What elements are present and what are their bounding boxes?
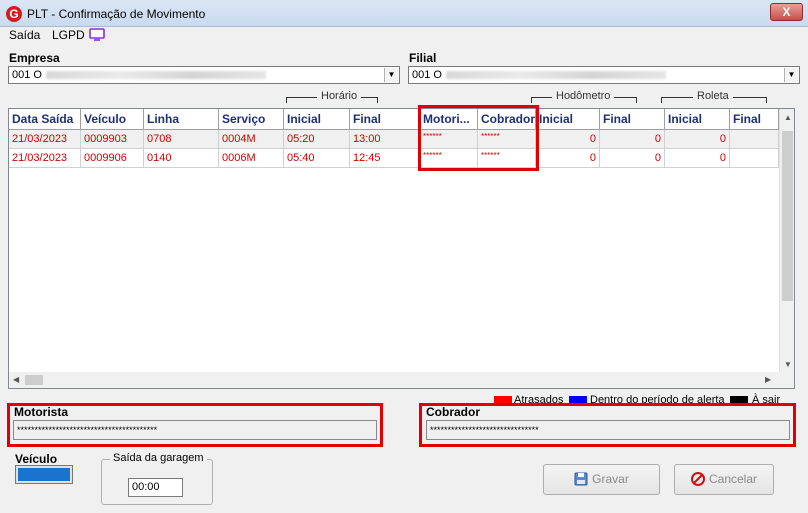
app-logo-icon: G [6, 6, 22, 22]
veiculo-color-indicator [15, 465, 73, 484]
menu-saida[interactable]: Saída [9, 28, 40, 42]
highlight-box [418, 105, 539, 171]
gravar-button[interactable]: Gravar [543, 464, 660, 495]
scrollbar-thumb[interactable] [25, 375, 43, 385]
cancelar-button[interactable]: Cancelar [674, 464, 774, 495]
horizontal-scrollbar[interactable]: ◀ ▶ [9, 372, 794, 388]
veiculo-color-fill [18, 468, 70, 481]
table-row[interactable]: 21/03/2023 0009906 0140 0006M 05:40 12:4… [9, 149, 779, 168]
saida-garagem-label: Saída da garagem [110, 452, 207, 464]
column-header[interactable]: Veículo [81, 109, 144, 130]
scrollbar-thumb[interactable] [782, 131, 793, 301]
group-header-hodometro: Hodômetro [552, 90, 615, 102]
table-cell: 0 [600, 149, 665, 168]
column-header[interactable]: Final [730, 109, 779, 130]
table-row[interactable]: 21/03/2023 0009903 0708 0004M 05:20 13:0… [9, 130, 779, 149]
cobrador-field[interactable]: ******************************* [426, 420, 790, 440]
table-cell: 12:45 [350, 149, 420, 168]
table-cell: 0 [536, 130, 600, 149]
column-header[interactable]: Inicial [665, 109, 730, 130]
empresa-value: 001 O [12, 69, 42, 81]
group-header-horario: Horário [317, 90, 362, 102]
table-cell: 0006M [219, 149, 284, 168]
cancel-icon [690, 472, 705, 486]
table-cell: 05:20 [284, 130, 350, 149]
column-header[interactable]: Final [350, 109, 420, 130]
filial-value: 001 O [412, 69, 442, 81]
table-cell: 0 [600, 130, 665, 149]
motorista-label: Motorista [14, 405, 68, 419]
scroll-left-icon[interactable]: ◀ [13, 375, 19, 384]
window-title: PLT - Confirmação de Movimento [27, 7, 206, 21]
column-header[interactable]: Linha [144, 109, 219, 130]
scroll-up-icon[interactable]: ▲ [784, 113, 792, 122]
table-cell: 0009906 [81, 149, 144, 168]
group-header-roleta: Roleta [693, 90, 733, 102]
redacted-text [445, 71, 666, 80]
table-cell: 21/03/2023 [9, 149, 81, 168]
vertical-scrollbar[interactable]: ▲ ▼ [779, 109, 794, 373]
veiculo-label: Veículo [15, 452, 58, 466]
gravar-label: Gravar [592, 472, 629, 486]
table-cell: 0708 [144, 130, 219, 149]
column-header[interactable]: Final [600, 109, 665, 130]
table-cell: 0 [536, 149, 600, 168]
chevron-down-icon[interactable]: ▼ [384, 68, 398, 82]
cancelar-label: Cancelar [708, 472, 758, 486]
table-cell: 0 [665, 130, 730, 149]
menu-bar: Saída LGPD [0, 27, 808, 45]
empresa-label: Empresa [9, 51, 60, 65]
empresa-combo[interactable]: 001 O ▼ [8, 66, 400, 84]
save-icon [574, 472, 588, 486]
filial-combo[interactable]: 001 O ▼ [408, 66, 800, 84]
column-header[interactable]: Inicial [536, 109, 600, 130]
table-cell: 0 [665, 149, 730, 168]
column-header[interactable]: Inicial [284, 109, 350, 130]
table-cell: 0009903 [81, 130, 144, 149]
table-cell: 21/03/2023 [9, 130, 81, 149]
table-cell: 05:40 [284, 149, 350, 168]
cobrador-label: Cobrador [426, 405, 480, 419]
motorista-field[interactable]: **************************************** [13, 420, 377, 440]
scroll-right-icon[interactable]: ▶ [765, 375, 771, 384]
redacted-text [45, 71, 266, 80]
table-cell: 13:00 [350, 130, 420, 149]
title-bar: G PLT - Confirmação de Movimento X [0, 0, 808, 27]
monitor-icon[interactable] [89, 28, 105, 41]
saida-garagem-input[interactable]: 00:00 [128, 478, 183, 497]
table-cell [730, 149, 779, 168]
scroll-down-icon[interactable]: ▼ [784, 360, 792, 369]
movement-grid[interactable]: Data Saída Veículo Linha Serviço Inicial… [8, 108, 795, 389]
column-header[interactable]: Data Saída [9, 109, 81, 130]
chevron-down-icon[interactable]: ▼ [784, 68, 798, 82]
menu-lgpd[interactable]: LGPD [52, 28, 85, 42]
table-cell [730, 130, 779, 149]
column-header[interactable]: Serviço [219, 109, 284, 130]
filial-label: Filial [409, 51, 437, 65]
grid-header-row: Data Saída Veículo Linha Serviço Inicial… [9, 109, 779, 130]
table-cell: 0004M [219, 130, 284, 149]
close-button[interactable]: X [770, 3, 803, 21]
table-cell: 0140 [144, 149, 219, 168]
